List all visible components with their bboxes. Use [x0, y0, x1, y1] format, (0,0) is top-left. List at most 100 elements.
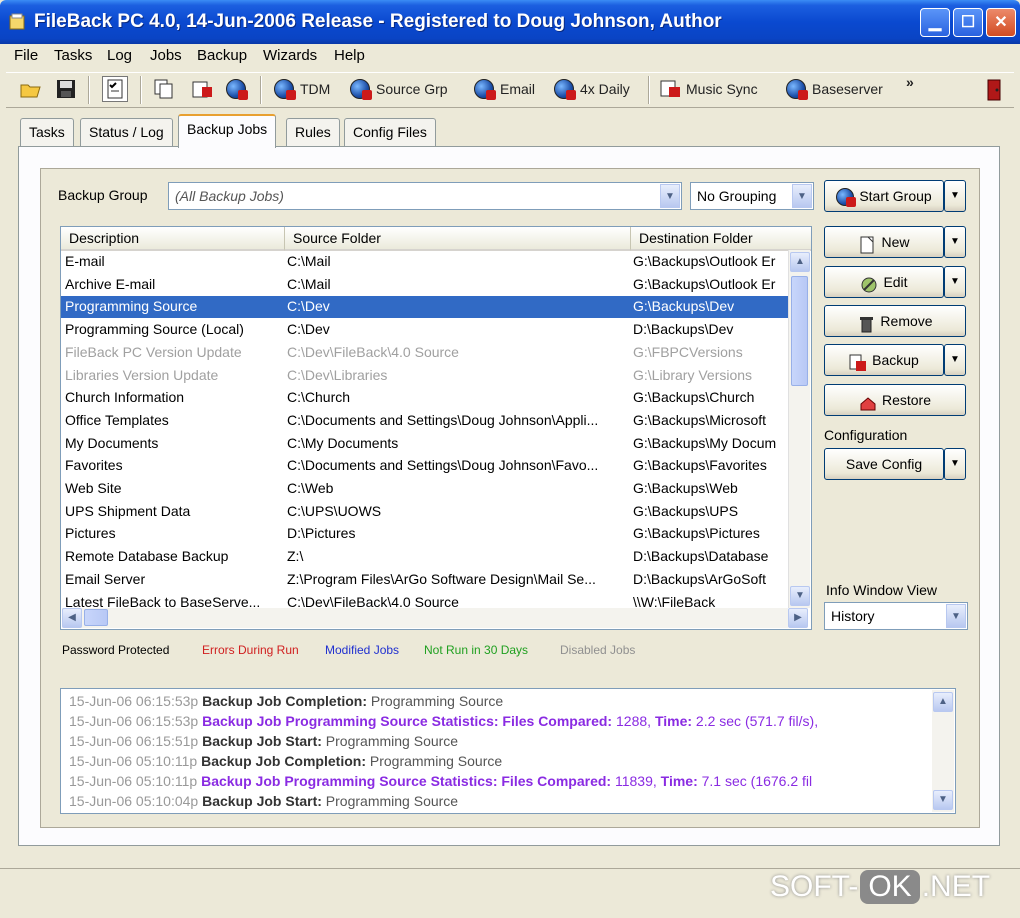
table-row[interactable]: UPS Shipment Data C:\UPS\UOWS G:\Backups\U…: [61, 501, 791, 523]
table-row[interactable]: Remote Database Backup Z:\ D:\Backups\Data…: [61, 546, 791, 568]
menu-jobs[interactable]: Jobs: [150, 47, 182, 64]
table-row[interactable]: Favorites C:\Documents and Settings\Doug …: [61, 455, 791, 477]
scroll-right-icon[interactable]: ▶: [788, 608, 808, 628]
start-group-button[interactable]: Start Group: [824, 180, 944, 212]
maximize-button[interactable]: ☐: [953, 8, 983, 37]
toolbar-music-sync-label[interactable]: Music Sync: [686, 81, 758, 97]
scroll-left-icon[interactable]: ◀: [62, 608, 82, 628]
start-group-dropdown[interactable]: ▼: [944, 180, 966, 212]
toolbar-source-grp-label[interactable]: Source Grp: [376, 81, 448, 97]
menu-tasks[interactable]: Tasks: [54, 47, 92, 64]
maximize-icon: ☐: [960, 14, 976, 31]
tdm-job-icon[interactable]: [274, 79, 296, 100]
paste-job-icon[interactable]: [192, 79, 212, 99]
table-row[interactable]: Programming Source C:\Dev G:\Backups\Dev: [61, 296, 791, 319]
tab-tasks[interactable]: Tasks: [20, 118, 74, 146]
remove-job-button[interactable]: Remove: [824, 305, 966, 337]
column-description[interactable]: Description: [61, 227, 285, 251]
cell-destination-folder: D:\Backups\Dev: [633, 321, 734, 338]
open-folder-icon[interactable]: [20, 79, 41, 99]
table-row[interactable]: Email Server Z:\Program Files\ArGo Softwa…: [61, 569, 791, 591]
scroll-up-icon[interactable]: ▲: [790, 252, 810, 272]
close-button[interactable]: ✕: [986, 8, 1016, 37]
new-job-button[interactable]: New: [824, 226, 944, 258]
app-icon: [8, 12, 28, 32]
cell-description: Office Templates: [65, 411, 169, 428]
table-row[interactable]: My Documents C:\My Documents G:\Backups\My…: [61, 433, 791, 455]
chevron-down-icon[interactable]: ▼: [946, 604, 966, 628]
table-row[interactable]: FileBack PC Version Update C:\Dev\FileBac…: [61, 342, 791, 364]
toolbar-email-label[interactable]: Email: [500, 81, 535, 97]
restore-job-button[interactable]: Restore: [824, 384, 966, 416]
exit-door-icon[interactable]: [986, 79, 1006, 101]
log-text: 11839,: [611, 773, 661, 789]
column-source-folder[interactable]: Source Folder: [285, 227, 631, 251]
info-window-view-select[interactable]: History ▼: [824, 602, 968, 630]
scroll-thumb[interactable]: [791, 276, 808, 386]
table-row[interactable]: Church Information C:\Church G:\Backups\Ch…: [61, 387, 791, 409]
minimize-button[interactable]: ▁: [920, 8, 950, 37]
music-sync-icon[interactable]: [660, 79, 680, 99]
table-row[interactable]: Programming Source (Local) C:\Dev D:\Backu…: [61, 319, 791, 341]
table-horizontal-scrollbar[interactable]: ◀ ▶: [62, 608, 808, 628]
tab-config-files[interactable]: Config Files: [344, 118, 436, 146]
four-x-daily-icon[interactable]: [554, 79, 576, 100]
tab-rules[interactable]: Rules: [286, 118, 340, 146]
toolbar-tdm-label[interactable]: TDM: [300, 81, 330, 97]
log-entry: 15-Jun-06 05:10:11p Backup Job Programmi…: [69, 773, 812, 793]
scroll-thumb[interactable]: [84, 609, 108, 626]
scroll-up-icon[interactable]: ▲: [933, 692, 953, 712]
column-destination-folder[interactable]: Destination Folder: [631, 227, 811, 251]
email-job-icon[interactable]: [474, 79, 496, 100]
menu-backup[interactable]: Backup: [197, 47, 247, 64]
menu-file[interactable]: File: [14, 47, 38, 64]
edit-job-button[interactable]: Edit: [824, 266, 944, 298]
toolbar-overflow-chevron[interactable]: »: [906, 74, 914, 90]
log-title: Backup Job Programming Source Statistics…: [201, 773, 612, 789]
save-config-button[interactable]: Save Config: [824, 448, 944, 480]
backup-job-button[interactable]: Backup: [824, 344, 944, 376]
menu-help[interactable]: Help: [334, 47, 365, 64]
globe-job-icon[interactable]: [226, 79, 248, 100]
new-job-dropdown[interactable]: ▼: [944, 226, 966, 258]
grouping-select[interactable]: No Grouping ▼: [690, 182, 814, 210]
chevron-down-icon[interactable]: ▼: [792, 184, 812, 208]
table-row[interactable]: Archive E-mail C:\Mail G:\Backups\Outlook …: [61, 274, 791, 296]
toolbar-4x-daily-label[interactable]: 4x Daily: [580, 81, 630, 97]
menu-wizards[interactable]: Wizards: [263, 47, 317, 64]
checklist-icon[interactable]: [102, 76, 128, 102]
table-row[interactable]: E-mail C:\Mail G:\Backups\Outlook Er: [61, 251, 791, 273]
cell-destination-folder: G:\Backups\My Docum: [633, 434, 777, 451]
cell-destination-folder: D:\Backups\ArGoSoft: [633, 570, 767, 587]
table-row[interactable]: Pictures D:\Pictures G:\Backups\Pictures: [61, 523, 791, 545]
cell-description: Pictures: [65, 525, 116, 542]
source-grp-icon[interactable]: [350, 79, 372, 100]
chevron-down-icon[interactable]: ▼: [660, 184, 680, 208]
copy-icon[interactable]: [154, 79, 174, 99]
history-log[interactable]: 15-Jun-06 06:15:53p Backup Job Completio…: [60, 688, 956, 814]
table-row[interactable]: Office Templates C:\Documents and Setting…: [61, 410, 791, 432]
log-text: Programming Source: [367, 693, 504, 709]
edit-job-dropdown[interactable]: ▼: [944, 266, 966, 298]
tab-status-log[interactable]: Status / Log: [80, 118, 173, 146]
cell-source-folder: C:\Web: [287, 480, 334, 496]
scroll-down-icon[interactable]: ▼: [933, 790, 953, 810]
new-job-label: New: [881, 234, 910, 250]
log-vertical-scrollbar[interactable]: ▲ ▼: [932, 690, 954, 812]
backup-group-select[interactable]: (All Backup Jobs) ▼: [168, 182, 682, 210]
tab-backup-jobs[interactable]: Backup Jobs: [178, 114, 277, 148]
save-config-dropdown[interactable]: ▼: [944, 448, 966, 480]
backup-job-dropdown[interactable]: ▼: [944, 344, 966, 376]
cell-description: Church Information: [65, 389, 185, 406]
toolbar-baseserver-label[interactable]: Baseserver: [812, 81, 883, 97]
cell-destination-folder: G:\FBPCVersions: [633, 343, 743, 360]
baseserver-icon[interactable]: [786, 79, 808, 100]
table-row[interactable]: Libraries Version Update C:\Dev\Libraries…: [61, 365, 791, 387]
log-timestamp: 15-Jun-06 05:10:11p: [69, 773, 198, 789]
table-vertical-scrollbar[interactable]: ▲ ▼: [788, 250, 810, 608]
table-row[interactable]: Web Site C:\Web G:\Backups\Web: [61, 478, 791, 500]
log-entry: 15-Jun-06 06:15:51p Backup Job Start: Pr…: [69, 733, 458, 753]
save-icon[interactable]: [56, 79, 76, 99]
menu-log[interactable]: Log: [107, 47, 132, 64]
scroll-down-icon[interactable]: ▼: [790, 586, 810, 606]
